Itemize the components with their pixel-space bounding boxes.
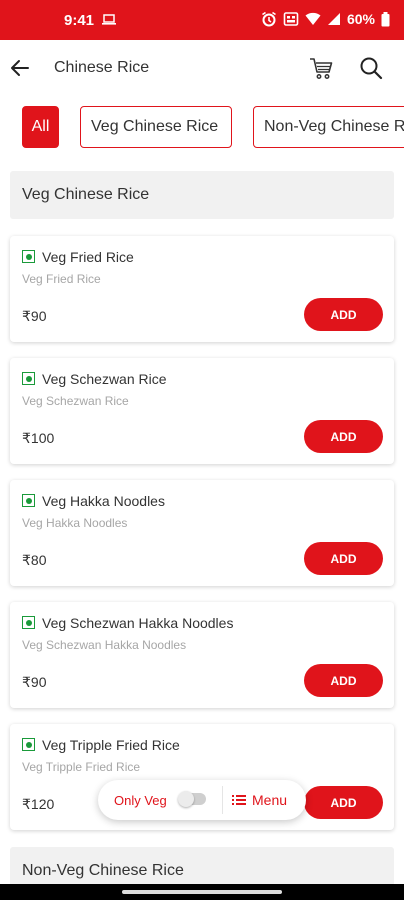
toggle-knob <box>178 791 194 807</box>
status-bar: 9:41 60% <box>0 0 404 40</box>
back-arrow-icon[interactable] <box>8 56 32 80</box>
status-time: 9:41 <box>64 12 95 29</box>
item-price: ₹100 <box>22 430 55 446</box>
veg-indicator-icon <box>22 738 35 751</box>
battery-percent: 60% <box>346 11 375 27</box>
page-title: Chinese Rice <box>54 59 150 76</box>
wifi-icon <box>305 12 321 25</box>
menu-item-card: Veg Fried Rice Veg Fried Rice ₹90 ADD <box>10 236 394 342</box>
item-price: ₹90 <box>22 674 47 690</box>
menu-button[interactable]: Menu <box>232 780 287 820</box>
item-price: ₹120 <box>22 796 55 812</box>
item-description: Veg Fried Rice <box>22 272 101 286</box>
menu-item-card: Veg Hakka Noodles Veg Hakka Noodles ₹80 … <box>10 480 394 586</box>
item-price: ₹90 <box>22 308 47 324</box>
item-name: Veg Schezwan Rice <box>42 371 167 387</box>
cart-icon[interactable] <box>308 55 334 81</box>
menu-label: Menu <box>252 792 288 808</box>
veg-indicator-icon <box>22 372 35 385</box>
category-filter-bar: All Veg Chinese Rice Non-Veg Chinese Ric… <box>0 106 404 150</box>
list-icon <box>232 795 246 805</box>
signal-icon <box>327 13 340 25</box>
floating-filter-bar: Only Veg Menu <box>98 780 306 820</box>
add-button[interactable]: ADD <box>304 664 383 697</box>
app-bar: Chinese Rice <box>0 40 404 96</box>
only-veg-label: Only Veg <box>114 793 167 808</box>
home-handle[interactable] <box>122 890 282 894</box>
menu-item-card: Veg Schezwan Hakka Noodles Veg Schezwan … <box>10 602 394 708</box>
veg-indicator-icon <box>22 616 35 629</box>
item-name: Veg Schezwan Hakka Noodles <box>42 615 234 631</box>
veg-indicator-icon <box>22 250 35 263</box>
divider <box>222 786 223 814</box>
item-name: Veg Fried Rice <box>42 249 134 265</box>
only-veg-toggle[interactable] <box>178 791 206 807</box>
alarm-icon <box>262 11 276 27</box>
sim-icon <box>283 12 299 26</box>
veg-indicator-icon <box>22 494 35 507</box>
item-description: Veg Hakka Noodles <box>22 516 128 530</box>
add-button[interactable]: ADD <box>304 542 383 575</box>
menu-item-card: Veg Schezwan Rice Veg Schezwan Rice ₹100… <box>10 358 394 464</box>
system-nav-bar <box>0 884 404 900</box>
laptop-icon <box>102 14 116 25</box>
item-description: Veg Schezwan Rice <box>22 394 129 408</box>
battery-icon <box>381 11 390 26</box>
item-name: Veg Tripple Fried Rice <box>42 737 180 753</box>
status-icons: 60% <box>261 11 390 27</box>
search-icon[interactable] <box>358 55 384 81</box>
filter-chip-all[interactable]: All <box>22 106 59 148</box>
item-description: Veg Tripple Fried Rice <box>22 760 141 774</box>
item-name: Veg Hakka Noodles <box>42 493 165 509</box>
item-price: ₹80 <box>22 552 47 568</box>
item-description: Veg Schezwan Hakka Noodles <box>22 638 187 652</box>
add-button[interactable]: ADD <box>304 786 383 819</box>
filter-chip-nonveg-chinese-rice[interactable]: Non-Veg Chinese Rice <box>253 106 404 148</box>
add-button[interactable]: ADD <box>304 298 383 331</box>
filter-chip-veg-chinese-rice[interactable]: Veg Chinese Rice <box>80 106 232 148</box>
section-header-veg: Veg Chinese Rice <box>10 171 394 219</box>
add-button[interactable]: ADD <box>304 420 383 453</box>
